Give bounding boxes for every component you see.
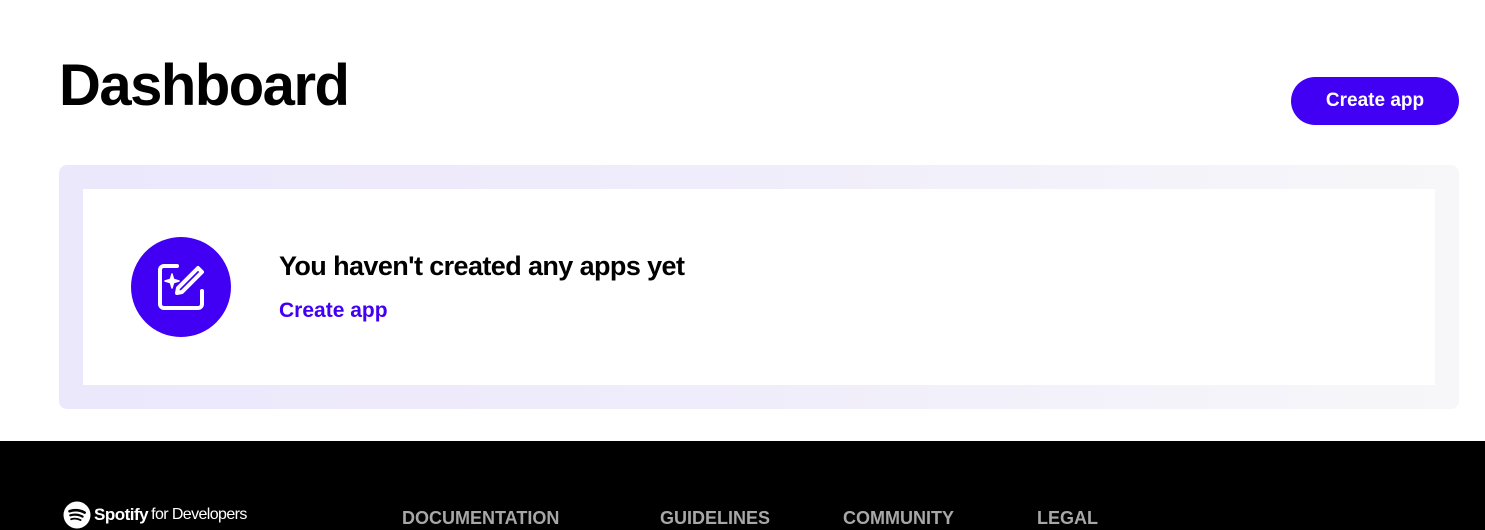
footer: Spotify for Developers DOCUMENTATION GUI…	[0, 441, 1485, 530]
dashboard-page: Dashboard Create app You haven't created…	[0, 0, 1485, 530]
footer-nav-legal[interactable]: LEGAL	[1037, 507, 1098, 529]
footer-nav-documentation[interactable]: DOCUMENTATION	[402, 507, 559, 529]
empty-state-panel: You haven't created any apps yet Create …	[59, 165, 1459, 409]
edit-sparkle-icon	[158, 264, 204, 310]
empty-state-title: You haven't created any apps yet	[279, 251, 685, 281]
spotify-for-developers-logo[interactable]: Spotify for Developers	[63, 501, 247, 529]
footer-nav-guidelines[interactable]: GUIDELINES	[660, 507, 770, 529]
empty-state-icon-circle	[131, 237, 231, 337]
footer-nav-community[interactable]: COMMUNITY	[843, 507, 954, 529]
logo-brand-text: Spotify	[94, 505, 149, 524]
page-title: Dashboard	[59, 53, 350, 118]
logo-suffix-text: for Developers	[151, 506, 247, 523]
create-app-button[interactable]: Create app	[1291, 77, 1459, 125]
empty-state-card: You haven't created any apps yet Create …	[83, 189, 1435, 385]
spotify-logo-icon	[63, 501, 91, 529]
create-app-link[interactable]: Create app	[279, 297, 388, 325]
